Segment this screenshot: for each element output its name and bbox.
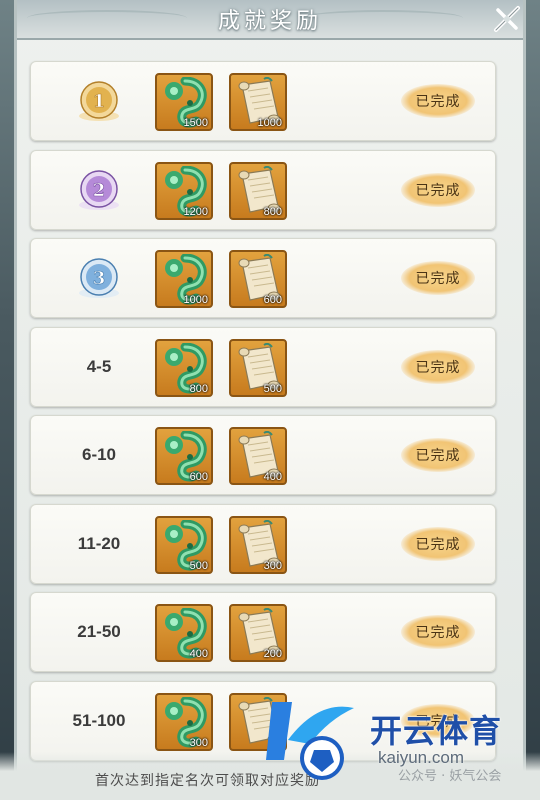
reward-item-jade[interactable]: 400 [155,604,213,662]
header-ornament-left [27,10,187,26]
watermark-brand-cn: 开云体育 [370,712,503,750]
purple-medal-icon: 2 [79,169,119,210]
rank-range: 51-100 [72,710,126,730]
rank-badge: 2 [49,151,149,229]
item-count: 500 [189,559,208,572]
reward-item-scroll[interactable]: 800 [229,161,287,220]
reward-row: 1 1500 1000 已完成 [30,61,496,141]
item-count: 800 [263,205,282,218]
reward-row: 6-10 600 400 已完成 [30,415,496,495]
reward-item-jade[interactable]: 500 [155,515,213,574]
reward-row: 3 1000 600 已完成 [30,238,496,318]
item-count: 600 [263,294,282,306]
kaiyun-logo-icon [266,702,354,780]
item-count: 800 [189,382,208,395]
rank-badge: 51-100 [49,682,149,760]
claim-status-button[interactable]: 已完成 [401,526,475,561]
status-label: 已完成 [415,625,461,641]
status-label: 已完成 [415,359,461,376]
item-count: 1000 [257,117,282,129]
claim-status-button[interactable]: 已完成 [401,261,475,295]
reward-item-jade[interactable]: 1000 [155,250,213,308]
reward-row: 21-50 400 200 已完成 [30,592,496,672]
close-button[interactable] [490,2,524,36]
rank-badge: 21-50 [49,593,149,671]
reward-row: 11-20 500 300 已完成 [30,503,496,584]
rank-badge: 3 [49,239,149,317]
claim-status-button[interactable]: 已完成 [401,172,475,207]
reward-item-scroll[interactable]: 1000 [229,73,287,131]
item-count: 300 [189,736,208,749]
status-label: 已完成 [415,271,461,287]
reward-list: 1 1500 1000 已完成 2 1200 800 已完成 3 1000 60… [30,61,496,769]
status-label: 已完成 [415,448,461,464]
reward-item-jade[interactable]: 300 [155,692,213,751]
reward-item-scroll[interactable]: 300 [229,515,287,574]
item-count: 1000 [183,294,208,306]
item-count: 500 [263,382,282,395]
reward-item-jade[interactable]: 600 [155,427,213,485]
claim-status-button[interactable]: 已完成 [401,349,475,384]
item-count: 600 [189,471,208,483]
rank-badge: 11-20 [49,505,149,583]
reward-item-scroll[interactable]: 500 [229,338,287,397]
medal-number: 2 [93,180,106,201]
blue-medal-icon: 3 [79,258,119,298]
header-ornament-right [303,10,463,26]
item-count: 1500 [183,117,208,129]
status-label: 已完成 [415,536,461,553]
watermark-source: 公众号 · 妖气公会 [398,769,502,784]
claim-status-button[interactable]: 已完成 [401,438,475,472]
rank-range: 21-50 [77,622,121,641]
panel-header: 成就奖励 [17,0,523,40]
reward-item-scroll[interactable]: 200 [229,604,287,662]
item-count: 200 [263,648,282,660]
rank-badge: 4-5 [49,328,149,406]
reward-row: 2 1200 800 已完成 [30,149,496,230]
item-count: 300 [263,559,282,572]
reward-item-jade[interactable]: 1500 [155,73,213,131]
reward-item-jade[interactable]: 1200 [155,161,213,220]
item-count: 400 [263,471,282,483]
item-count: 400 [189,648,208,660]
reward-item-scroll[interactable]: 600 [229,250,287,308]
item-count: 1200 [183,205,208,218]
reward-row: 4-5 800 500 已完成 [30,326,496,407]
rank-badge: 1 [49,62,149,140]
rank-range: 11-20 [77,533,121,553]
medal-number: 1 [93,91,106,112]
reward-item-jade[interactable]: 800 [155,338,213,397]
reward-item-scroll[interactable]: 400 [229,427,287,485]
status-label: 已完成 [415,94,461,110]
rank-range: 6-10 [81,445,117,464]
rank-badge: 6-10 [49,416,149,494]
gold-medal-icon: 1 [79,81,119,121]
close-icon [494,6,520,32]
rank-range: 4-5 [86,356,112,376]
medal-number: 3 [93,268,106,289]
claim-status-button[interactable]: 已完成 [401,615,475,649]
claim-status-button[interactable]: 已完成 [401,84,475,118]
status-label: 已完成 [415,182,461,199]
